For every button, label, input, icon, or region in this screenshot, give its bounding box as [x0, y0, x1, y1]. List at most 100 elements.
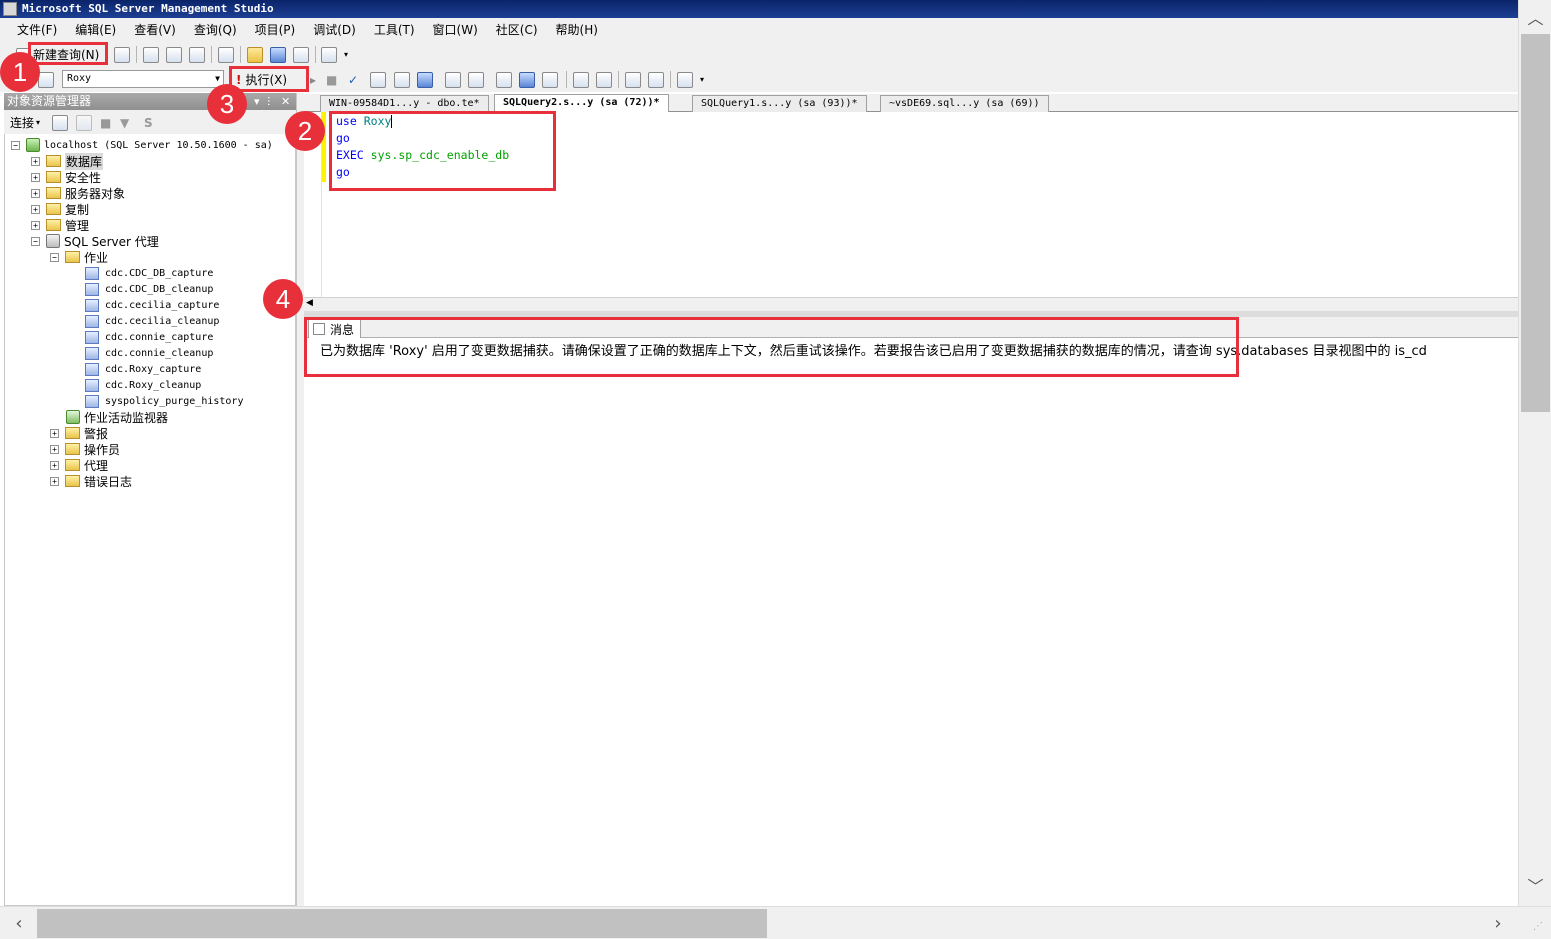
tree-node-job-activity-monitor[interactable]: 作业活动监视器	[66, 409, 168, 425]
new-file-button[interactable]	[114, 45, 130, 64]
tab-vsde69[interactable]: ~vsDE69.sql...y (sa (69))	[880, 95, 1049, 112]
increase-indent-button[interactable]	[648, 70, 664, 89]
scroll-left-icon[interactable]: ‹	[4, 907, 34, 939]
tree-node-job[interactable]: cdc.Roxy_capture	[85, 361, 201, 377]
tree-node-security[interactable]: + 安全性	[31, 169, 101, 185]
scroll-right-icon[interactable]: ›	[1483, 907, 1513, 939]
expand-icon[interactable]: +	[50, 428, 59, 438]
expand-icon[interactable]: +	[31, 156, 40, 166]
toolbar-options-chevron[interactable]: ▾	[700, 70, 704, 89]
menu-tools[interactable]: 工具(T)	[365, 18, 424, 42]
uncomment-lines-button[interactable]	[596, 70, 612, 89]
filter-icon[interactable]: ▼	[120, 113, 129, 132]
tree-node-server[interactable]: − localhost (SQL Server 10.50.1600 - sa)	[11, 137, 273, 153]
tree-node-error-logs[interactable]: + 错误日志	[50, 473, 132, 489]
tree-node-sql-server-agent[interactable]: − SQL Server 代理	[31, 233, 159, 249]
menu-edit[interactable]: 编辑(E)	[66, 18, 125, 42]
expand-icon[interactable]: +	[50, 444, 59, 454]
expand-icon[interactable]: +	[31, 172, 40, 182]
window-vertical-scrollbar[interactable]: ︿ ﹀	[1518, 0, 1551, 906]
xmla-query-button[interactable]	[189, 45, 205, 64]
results-to-grid-button[interactable]	[519, 70, 535, 89]
comment-lines-button[interactable]	[573, 70, 589, 89]
connect-button[interactable]: 连接 ▾	[10, 113, 40, 132]
tree-node-management[interactable]: + 管理	[31, 217, 89, 233]
tree-node-job[interactable]: syspolicy_purge_history	[85, 393, 243, 409]
expand-icon[interactable]: +	[50, 476, 59, 486]
open-file-button[interactable]	[247, 45, 263, 64]
tree-node-job[interactable]: cdc.connie_capture	[85, 329, 213, 345]
menu-query[interactable]: 查询(Q)	[185, 18, 246, 42]
expand-icon[interactable]: +	[31, 204, 40, 214]
tree-node-job[interactable]: cdc.cecilia_cleanup	[85, 313, 219, 329]
include-actual-plan-button[interactable]	[445, 70, 461, 89]
tree-node-job[interactable]: cdc.connie_cleanup	[85, 345, 213, 361]
collapse-icon[interactable]: −	[11, 140, 20, 150]
tree-node-replication[interactable]: + 复制	[31, 201, 89, 217]
resize-grip-icon[interactable]: ⋰	[1533, 921, 1549, 937]
available-databases-select[interactable]: Roxy ▼	[62, 70, 224, 88]
menu-project[interactable]: 项目(P)	[246, 18, 305, 42]
tree-node-operators[interactable]: + 操作员	[50, 441, 120, 457]
connect-object-explorer-button[interactable]	[52, 113, 68, 132]
refresh-icon[interactable]: S	[144, 113, 153, 132]
tab-table-designer[interactable]: WIN-09584D1...y - dbo.te*	[320, 95, 489, 112]
close-icon[interactable]: ✕	[281, 93, 290, 110]
expand-icon[interactable]: +	[50, 460, 59, 470]
menu-file[interactable]: 文件(F)	[8, 18, 66, 42]
collapse-icon[interactable]: −	[31, 236, 40, 246]
parse-checkmark-icon[interactable]: ✓	[348, 70, 358, 89]
query-editor[interactable]: use Roxy go EXEC sys.sp_cdc_enable_db go	[304, 112, 1518, 297]
save-button[interactable]	[270, 45, 286, 64]
toolbar-options-chevron[interactable]: ▾	[344, 45, 348, 64]
scroll-down-icon[interactable]: ﹀	[1519, 872, 1551, 902]
stop-icon[interactable]: ■	[100, 113, 111, 132]
editor-horizontal-scrollbar[interactable]: ◀	[304, 297, 1518, 311]
tree-node-job[interactable]: cdc.CDC_DB_cleanup	[85, 281, 213, 297]
tree-node-databases[interactable]: + 数据库	[31, 152, 104, 170]
pane-splitter[interactable]	[296, 93, 304, 906]
compact-query-button[interactable]	[218, 45, 234, 64]
results-to-file-alt-button[interactable]	[542, 70, 558, 89]
collapse-icon[interactable]: −	[50, 252, 59, 262]
menu-help[interactable]: 帮助(H)	[547, 18, 607, 42]
results-to-file-button[interactable]	[417, 70, 433, 89]
menu-view[interactable]: 查看(V)	[125, 18, 185, 42]
tree-node-job[interactable]: cdc.Roxy_cleanup	[85, 377, 201, 393]
tree-node-alerts[interactable]: + 警报	[50, 425, 108, 441]
tree-node-job[interactable]: cdc.CDC_DB_capture	[85, 265, 213, 281]
decrease-indent-button[interactable]	[625, 70, 641, 89]
scroll-up-icon[interactable]: ︿	[1519, 4, 1551, 34]
tree-node-proxies[interactable]: + 代理	[50, 457, 108, 473]
scroll-left-icon[interactable]: ◀	[306, 298, 313, 308]
debug-button[interactable]: ▸	[310, 70, 316, 89]
tab-sqlquery1[interactable]: SQLQuery1.s...y (sa (93))*	[692, 95, 867, 112]
query-designer-button[interactable]	[394, 70, 410, 89]
tree-node-job[interactable]: cdc.cecilia_capture	[85, 297, 219, 313]
menu-window[interactable]: 窗口(W)	[424, 18, 487, 42]
tab-messages[interactable]: 消息	[308, 319, 362, 338]
tree-node-server-objects[interactable]: + 服务器对象	[31, 185, 125, 201]
scroll-thumb[interactable]	[1521, 34, 1550, 412]
window-horizontal-scrollbar[interactable]: ‹ › ⋰	[0, 906, 1551, 939]
menu-debug[interactable]: 调试(D)	[304, 18, 365, 42]
scroll-thumb[interactable]	[37, 909, 767, 938]
pane-dropdown-icon[interactable]: ▾	[254, 93, 260, 110]
execute-button[interactable]: ! 执行(X)	[236, 70, 287, 89]
menu-community[interactable]: 社区(C)	[487, 18, 547, 42]
print-button[interactable]	[293, 45, 309, 64]
activity-monitor-button[interactable]	[321, 45, 337, 64]
pin-icon[interactable]: ⵗ	[267, 93, 271, 110]
tree-node-jobs[interactable]: − 作业	[50, 249, 108, 265]
specify-values-button[interactable]	[677, 70, 693, 89]
expand-icon[interactable]: +	[31, 220, 40, 230]
disconnect-button[interactable]	[76, 113, 92, 132]
results-to-text-button[interactable]	[496, 70, 512, 89]
dmx-query-button[interactable]	[166, 45, 182, 64]
expand-icon[interactable]: +	[31, 188, 40, 198]
cancel-query-icon[interactable]: ■	[326, 70, 337, 89]
estimated-plan-button[interactable]	[370, 70, 386, 89]
tab-sqlquery2[interactable]: SQLQuery2.s...y (sa (72))*	[494, 94, 669, 112]
client-statistics-button[interactable]	[468, 70, 484, 89]
change-connection-button[interactable]	[38, 70, 54, 89]
